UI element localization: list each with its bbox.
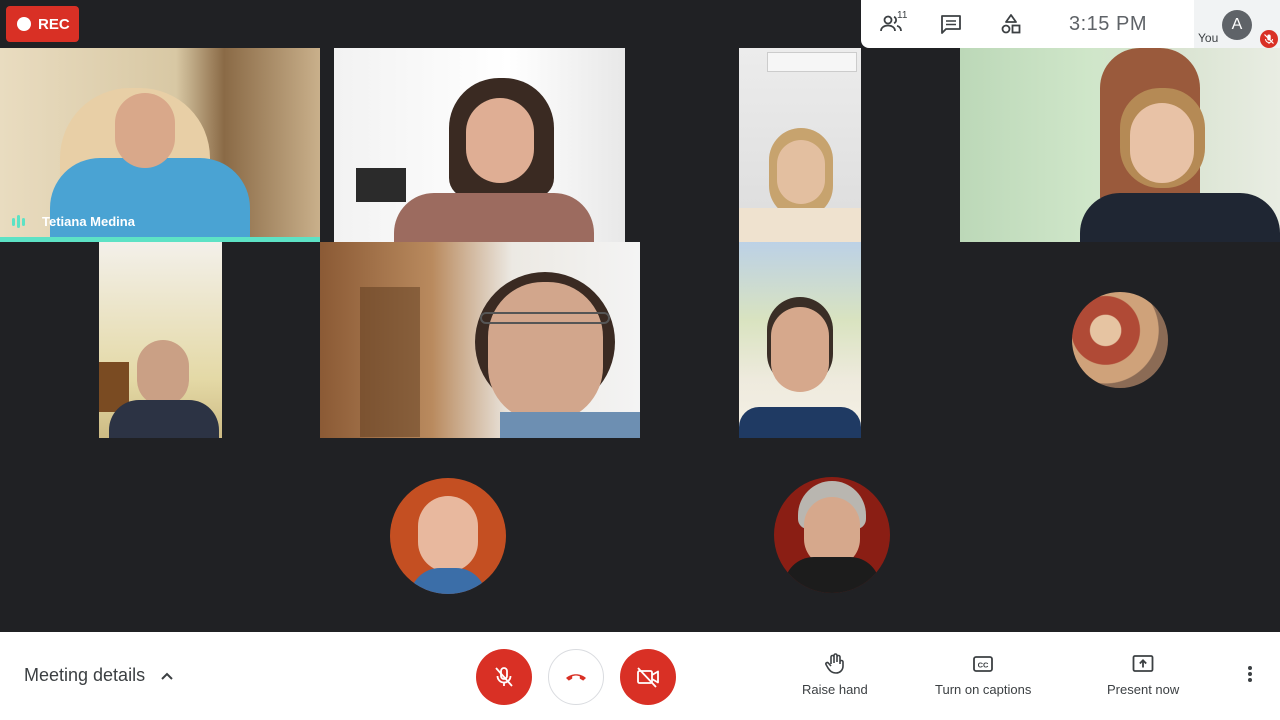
participant-avatar[interactable] [1072,292,1168,388]
hang-up-icon [566,674,586,681]
participant-video[interactable] [334,48,625,242]
participants-button[interactable]: 11 [861,0,921,48]
captions-button[interactable]: CC Turn on captions [935,652,1031,697]
participant-video[interactable] [0,48,320,242]
closed-captions-icon: CC [973,656,994,672]
more-options-button[interactable] [1240,662,1260,691]
meeting-details-label: Meeting details [24,665,146,685]
participant-video[interactable] [99,242,222,438]
participant-avatar[interactable] [390,478,506,594]
chat-button[interactable] [921,0,981,48]
raise-hand-button[interactable]: Raise hand [802,652,868,697]
present-screen-icon [1132,655,1154,672]
raise-hand-label: Raise hand [802,682,868,697]
camera-off-icon [637,667,659,688]
participant-video[interactable] [960,48,1280,242]
clock: 3:15 PM [1069,12,1147,35]
participant-video[interactable] [739,242,861,438]
recording-label: REC [38,15,70,33]
hand-icon [825,653,844,674]
chevron-up-icon [161,672,173,680]
speaking-icon [12,215,25,228]
mic-off-icon [495,667,513,687]
participant-video[interactable] [739,48,861,242]
shapes-icon [1001,14,1021,34]
self-avatar[interactable]: A [1222,10,1252,40]
mic-toggle-button[interactable] [476,649,532,705]
participant-video[interactable] [320,242,640,438]
participant-name: Tetiana Medina [42,214,135,229]
self-label: You [1198,31,1219,45]
participants-count: 11 [897,10,908,21]
chat-icon [941,15,961,34]
recording-badge: REC [6,6,79,42]
meeting-details-button[interactable]: Meeting details [24,665,175,686]
record-dot-icon [17,17,31,31]
bottom-toolbar: Meeting details Raise hand CC Turn on ca… [0,632,1280,720]
activities-button[interactable] [981,0,1041,48]
present-now-label: Present now [1107,682,1180,697]
present-now-button[interactable]: Present now [1107,652,1179,697]
self-muted-icon [1260,30,1278,48]
svg-text:CC: CC [978,661,989,670]
camera-toggle-button[interactable] [620,649,676,705]
leave-call-button[interactable] [548,649,604,705]
captions-label: Turn on captions [935,682,1032,697]
participant-avatar[interactable] [774,477,890,593]
more-vertical-icon [1248,666,1252,682]
